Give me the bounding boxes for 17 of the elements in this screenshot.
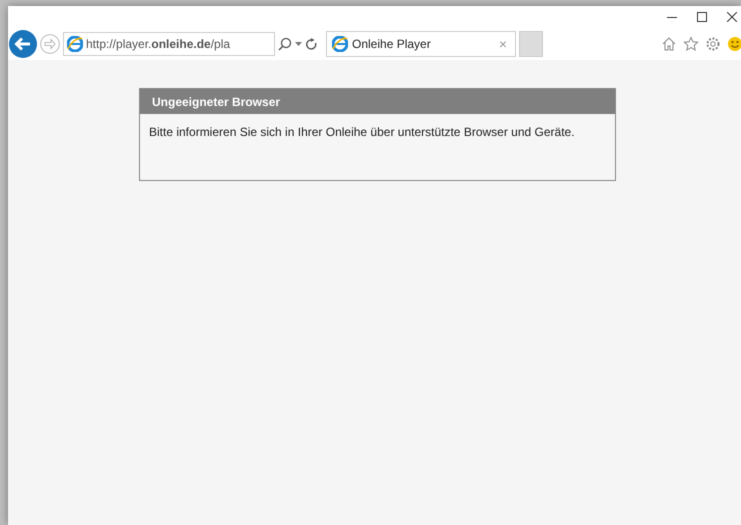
close-icon[interactable]	[727, 12, 737, 22]
dialog-message: Bitte informieren Sie sich in Ihrer Onleihe über unterstützte Browser und Geräte.	[148, 124, 576, 141]
dialog-title: Ungeeigneter Browser	[140, 89, 615, 114]
dropdown-caret-icon[interactable]	[295, 42, 302, 46]
browser-logo-icon	[67, 36, 83, 52]
star-icon[interactable]	[683, 36, 699, 52]
url-text[interactable]: http://player.onleihe.de/pla	[86, 35, 230, 53]
tab-title: Onleihe Player	[352, 36, 432, 53]
browser-logo-icon	[332, 36, 348, 52]
maximize-icon[interactable]	[697, 12, 707, 22]
smiley-icon[interactable]	[727, 36, 741, 52]
browser-tab[interactable]: Onleihe Player ×	[326, 31, 516, 57]
refresh-icon[interactable]	[305, 38, 318, 50]
address-field[interactable]: http://player.onleihe.de/pla	[63, 32, 275, 56]
settings-icon[interactable]	[705, 36, 721, 52]
search-icon[interactable]	[278, 37, 292, 51]
home-icon[interactable]	[661, 36, 677, 52]
